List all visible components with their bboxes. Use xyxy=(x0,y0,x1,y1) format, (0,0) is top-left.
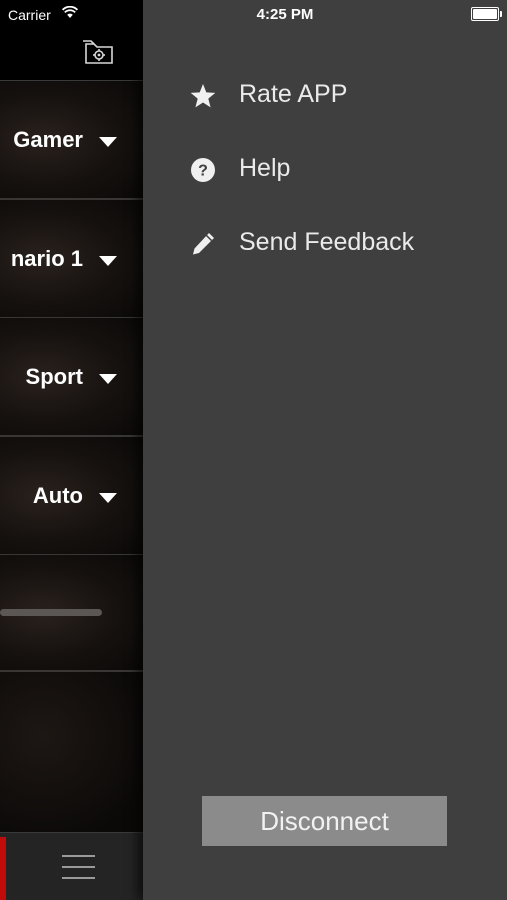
active-indicator xyxy=(0,837,6,900)
mode-row-gamer[interactable]: Gamer xyxy=(0,81,143,200)
side-drawer: 4:25 PM Rate APP ? Help Send Feedback Di… xyxy=(143,0,507,900)
menu-item-help[interactable]: ? Help xyxy=(189,144,489,194)
slider-track[interactable] xyxy=(0,609,102,616)
disconnect-button[interactable]: Disconnect xyxy=(202,796,447,846)
menu-item-send-feedback[interactable]: Send Feedback xyxy=(189,218,489,268)
left-header xyxy=(0,28,143,82)
scenario-row[interactable]: nario 1 xyxy=(0,200,143,319)
chevron-down-icon xyxy=(99,492,117,503)
status-time: 4:25 PM xyxy=(256,6,314,23)
wifi-icon xyxy=(62,6,78,18)
status-bar-left: Carrier xyxy=(0,0,143,28)
bottom-tab-bar xyxy=(0,832,143,900)
sport-row[interactable]: Sport xyxy=(0,318,143,437)
row-value: nario 1 xyxy=(10,245,83,271)
help-icon: ? xyxy=(191,158,215,182)
carrier-label: Carrier xyxy=(8,7,51,23)
menu-item-rate-app[interactable]: Rate APP xyxy=(189,70,489,120)
row-value: Gamer xyxy=(13,126,83,152)
main-panel: Carrier Gamer nario 1 Sport Auto xyxy=(0,0,143,900)
slider-row xyxy=(0,555,143,672)
auto-row[interactable]: Auto xyxy=(0,437,143,556)
pencil-icon xyxy=(193,233,214,255)
row-value: Sport xyxy=(25,363,83,389)
chevron-down-icon xyxy=(99,373,117,384)
battery-icon xyxy=(471,7,502,21)
hamburger-menu-icon[interactable] xyxy=(62,855,95,881)
chevron-down-icon xyxy=(99,255,117,266)
menu-item-label: Help xyxy=(239,154,291,182)
menu-item-label: Rate APP xyxy=(239,80,348,108)
menu-item-label: Send Feedback xyxy=(239,228,415,256)
svg-text:?: ? xyxy=(198,163,208,180)
chevron-down-icon xyxy=(99,136,117,147)
row-value: Auto xyxy=(32,482,83,508)
folder-gear-icon[interactable] xyxy=(82,38,116,66)
empty-area xyxy=(0,672,143,832)
star-icon xyxy=(190,84,216,108)
